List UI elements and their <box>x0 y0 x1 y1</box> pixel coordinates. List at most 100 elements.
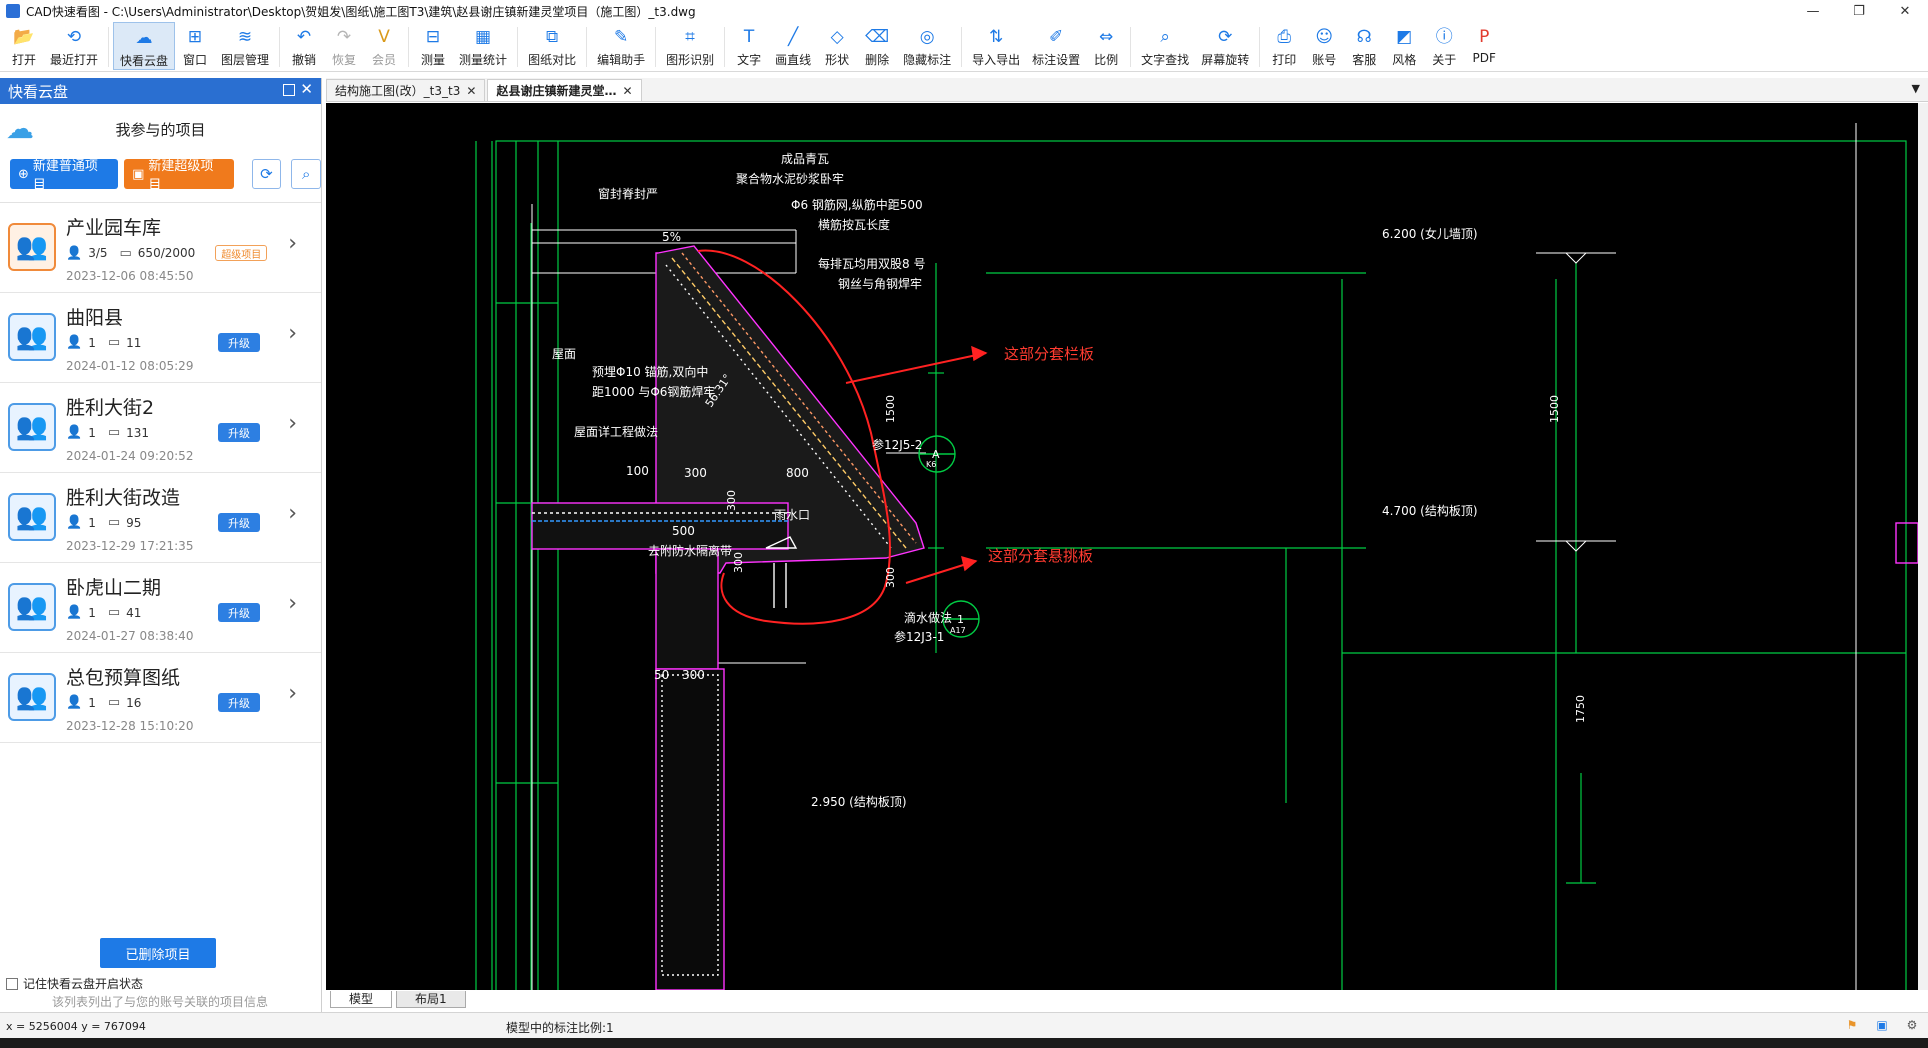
super-project-badge: 超级项目 <box>215 245 268 261</box>
project-date: 2023-12-06 08:45:50 <box>66 269 194 283</box>
label-waterproof: 去附防水隔离带 <box>648 543 732 558</box>
toolbar-button-shape[interactable]: ◇ 形状 <box>817 22 857 70</box>
new-normal-project-button[interactable]: ⊕ 新建普通项目 <box>10 159 119 193</box>
snap-icon[interactable]: ⚑ <box>1844 1017 1860 1033</box>
chevron-right-icon[interactable]: › <box>288 591 297 616</box>
layers-icon: ≋ <box>237 27 253 47</box>
toolbar-button-hide-annotation[interactable]: ◎ 隐藏标注 <box>897 22 957 70</box>
toolbar-label: 导入导出 <box>972 53 1021 67</box>
toolbar-button-text[interactable]: T 文字 <box>729 22 769 70</box>
chevron-right-icon[interactable]: › <box>288 681 297 706</box>
upgrade-button[interactable]: 升级 <box>218 333 260 352</box>
toolbar-button-line[interactable]: ╱ 画直线 <box>769 22 817 70</box>
toolbar-button-folder[interactable]: 📂 打开 <box>4 22 44 70</box>
toolbar-button-compare[interactable]: ⧉ 图纸对比 <box>522 22 582 70</box>
layout-tab[interactable]: 布局1 <box>396 990 466 1008</box>
project-list-item[interactable]: 👥 胜利大街2 👤 1 ▭ 131 升级 2024-01-24 09:20:52 › <box>0 383 321 473</box>
elevation-2950: 2.950 (结构板顶) <box>811 794 907 809</box>
project-list-item[interactable]: 👥 总包预算图纸 👤 1 ▭ 16 升级 2023-12-28 15:10:20 › <box>0 653 321 743</box>
toolbar-button-account[interactable]: ☺ 账号 <box>1304 22 1344 70</box>
toolbar-button-text-search[interactable]: ⌕ 文字查找 <box>1135 22 1195 70</box>
document-tab[interactable]: 结构施工图(改）_t3_t3 ✕ <box>326 79 486 101</box>
redo-icon: ↷ <box>336 27 352 47</box>
toolbar-label: 图层管理 <box>221 53 270 67</box>
toolbar-button-print[interactable]: ⎙ 打印 <box>1264 22 1304 70</box>
toolbar-button-eraser[interactable]: ⌫ 删除 <box>857 22 897 70</box>
maximize-button[interactable]: ❐ <box>1836 0 1882 22</box>
toolbar-label: 会员 <box>372 53 397 67</box>
close-window-button[interactable]: ✕ <box>1882 0 1928 22</box>
toolbar-button-window[interactable]: ⊞ 窗口 <box>175 22 215 70</box>
dim-300-lower: 300 <box>884 567 897 588</box>
text-icon: T <box>743 27 755 47</box>
label-embed: 预埋Φ10 锚筋,双向中 <box>592 364 708 379</box>
toolbar-button-redo[interactable]: ↷ 恢复 <box>324 22 364 70</box>
project-members: 1 <box>88 605 96 620</box>
chevron-right-icon[interactable]: › <box>288 411 297 436</box>
remember-state-checkbox[interactable]: 记住快看云盘开启状态 <box>6 975 143 992</box>
document-tab[interactable]: 赵县谢庄镇新建灵堂… ✕ <box>487 79 642 101</box>
toolbar-button-measure[interactable]: ⊟ 测量 <box>413 22 453 70</box>
toolbar-button-headset[interactable]: ☊ 客服 <box>1344 22 1384 70</box>
label-drip: 滴水做法 <box>904 610 952 625</box>
toolbar-button-edit-assistant[interactable]: ✎ 编辑助手 <box>591 22 651 70</box>
toolbar-button-pdf[interactable]: P PDF <box>1464 22 1504 70</box>
vip-icon: V <box>378 27 390 47</box>
app-logo-icon <box>6 4 20 18</box>
toolbar-button-import-export[interactable]: ⇅ 导入导出 <box>966 22 1026 70</box>
member-icon: 👤 <box>66 335 83 350</box>
project-list-item[interactable]: 👥 产业园车库 👤 3/5 ▭ 650/2000 超级项目 2023-12-06 08:45:… <box>0 203 321 293</box>
toolbar-button-style[interactable]: ◩ 风格 <box>1384 22 1424 70</box>
toolbar-button-scale[interactable]: ⇔ 比例 <box>1086 22 1126 70</box>
upgrade-button[interactable]: 升级 <box>218 693 260 712</box>
project-list: 👥 产业园车库 👤 3/5 ▭ 650/2000 超级项目 2023-12-06 08:45:… <box>0 202 321 743</box>
close-tab-icon[interactable]: ✕ <box>466 84 476 98</box>
project-list-item[interactable]: 👥 曲阳县 👤 1 ▭ 11 升级 2024-01-12 08:05:29 › <box>0 293 321 383</box>
drawing-canvas[interactable]: 成品青瓦 聚合物水泥砂浆卧牢 窗封脊封严 Φ6 钢筋网,纵筋中距500 横筋按瓦… <box>326 103 1918 990</box>
search-button[interactable]: ⌕ <box>291 159 322 189</box>
project-name: 总包预算图纸 <box>66 667 181 689</box>
close-panel-button[interactable]: ✕ <box>300 80 313 98</box>
toolbar-label: 打印 <box>1272 53 1297 67</box>
refresh-button[interactable]: ⟳ <box>251 159 282 189</box>
tab-list-dropdown-icon[interactable]: ▼ <box>1912 82 1920 95</box>
float-panel-icon[interactable] <box>283 84 295 96</box>
view-mode-icon[interactable]: ▣ <box>1874 1017 1890 1033</box>
toolbar-button-annotation-settings[interactable]: ✐ 标注设置 <box>1026 22 1086 70</box>
project-list-item[interactable]: 👥 胜利大街改造 👤 1 ▭ 95 升级 2023-12-29 17:21:35 › <box>0 473 321 563</box>
file-icon: ▭ <box>119 245 132 261</box>
toolbar-button-measure-stats[interactable]: ▦ 测量统计 <box>453 22 513 70</box>
toolbar-button-info[interactable]: ⓘ 关于 <box>1424 22 1464 70</box>
chevron-right-icon[interactable]: › <box>288 321 297 346</box>
checkbox-box[interactable] <box>6 977 18 990</box>
layout-tab[interactable]: 模型 <box>330 990 393 1008</box>
new-super-project-button[interactable]: ▣ 新建超级项目 <box>124 159 234 193</box>
deleted-projects-button[interactable]: 已删除项目 <box>100 938 216 968</box>
upgrade-button[interactable]: 升级 <box>218 513 260 532</box>
project-group-icon: 👥 <box>8 403 56 451</box>
settings-icon[interactable]: ⚙ <box>1904 1017 1920 1033</box>
chevron-right-icon[interactable]: › <box>288 501 297 526</box>
chevron-right-icon[interactable]: › <box>288 231 297 256</box>
toolbar-button-shape-recognition[interactable]: ⌗ 图形识别 <box>660 22 720 70</box>
upgrade-button[interactable]: 升级 <box>218 603 260 622</box>
toolbar-separator <box>1259 27 1261 67</box>
upgrade-button[interactable]: 升级 <box>218 423 260 442</box>
toolbar-button-undo[interactable]: ↶ 撤销 <box>284 22 324 70</box>
minimize-button[interactable]: — <box>1790 0 1836 22</box>
toolbar-button-cloud[interactable]: ☁ 快看云盘 <box>113 22 176 70</box>
toolbar-button-history[interactable]: ⟲ 最近打开 <box>44 22 104 70</box>
toolbar-button-rotate-screen[interactable]: ⟳ 屏幕旋转 <box>1195 22 1255 70</box>
label-ref2: 参12J3-1 <box>894 629 944 644</box>
label-tile: 成品青瓦 <box>781 152 829 166</box>
toolbar-button-vip[interactable]: V 会员 <box>364 22 404 70</box>
canvas-scrollbar[interactable] <box>1918 103 1928 990</box>
toolbar-label: 文字查找 <box>1141 53 1190 67</box>
beam <box>655 548 719 670</box>
markup-arrowhead <box>961 556 978 572</box>
toolbar-button-layers[interactable]: ≋ 图层管理 <box>215 22 275 70</box>
project-files: 41 <box>126 605 142 620</box>
close-tab-icon[interactable]: ✕ <box>622 84 632 98</box>
project-list-item[interactable]: 👥 卧虎山二期 👤 1 ▭ 41 升级 2024-01-27 08:38:40 › <box>0 563 321 653</box>
toolbar-separator <box>1130 27 1132 67</box>
